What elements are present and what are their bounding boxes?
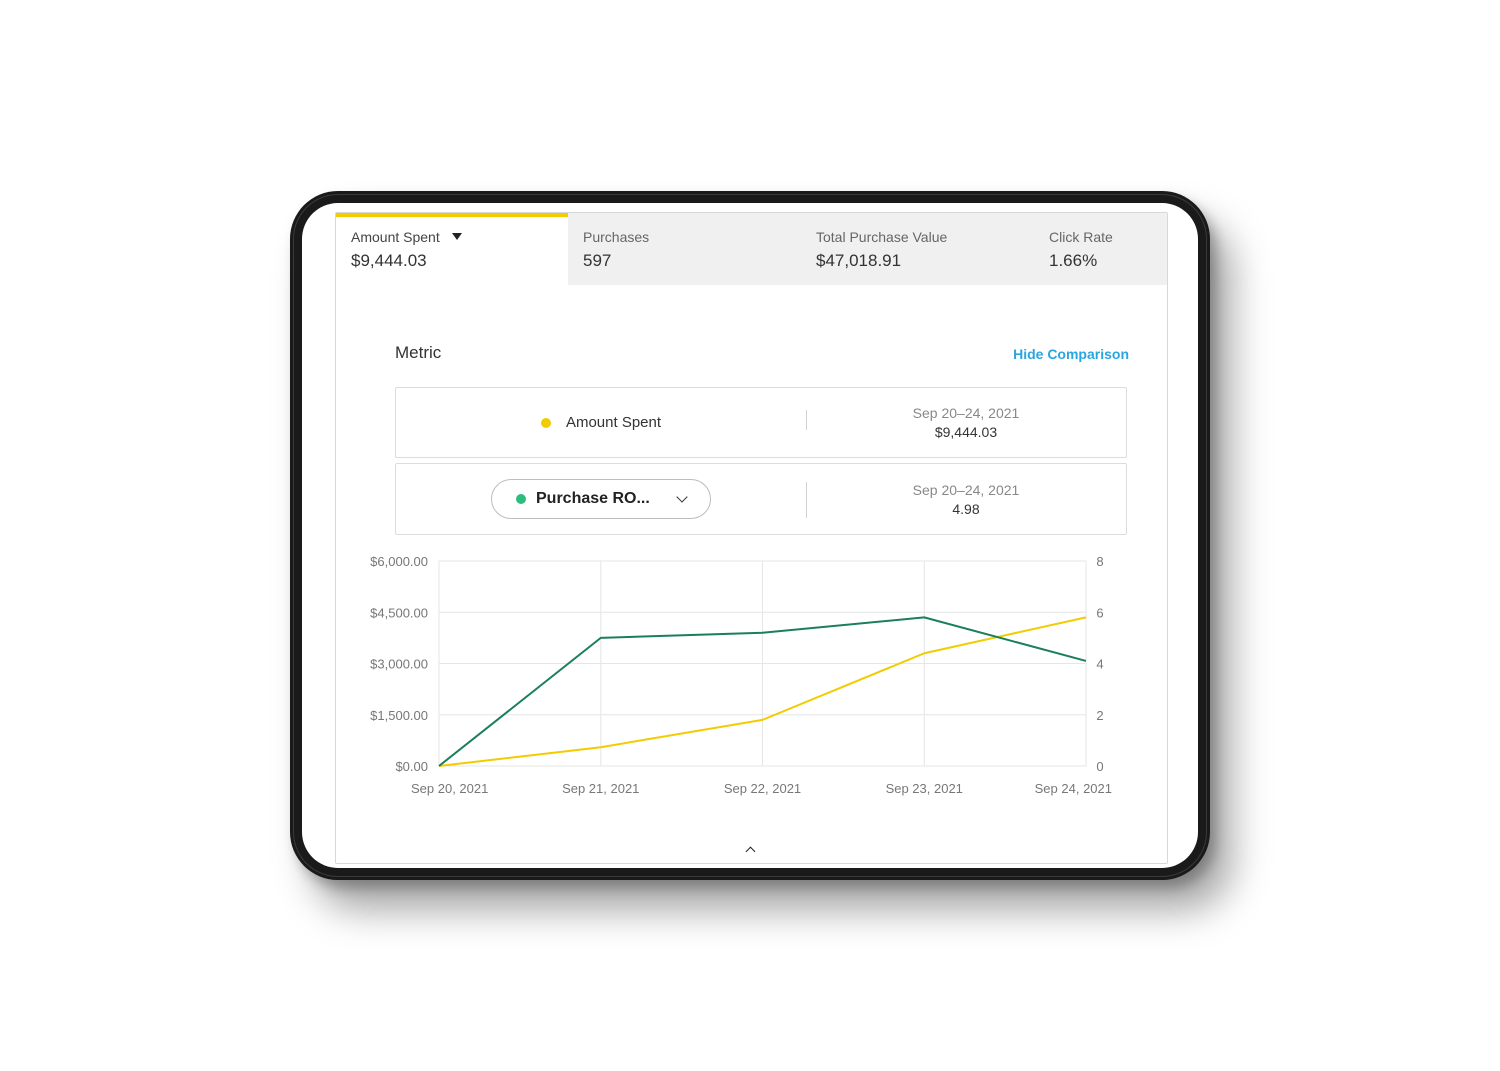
metric-value: $9,444.03 (934, 424, 998, 440)
tab-value: 597 (583, 251, 612, 270)
tablet-frame: Amount Spent $9,444.03 Purchases 597 Tot… (290, 191, 1210, 880)
tab-purchases[interactable]: Purchases 597 (568, 213, 801, 285)
green-dot-icon (516, 494, 526, 504)
metric-title: Metric (395, 343, 442, 362)
dropdown-label: Purchase RO... (536, 490, 650, 507)
y-right-tick-label: 6 (1096, 605, 1103, 620)
date-range: Sep 20–24, 2021 (912, 481, 1020, 498)
chevron-down-icon (676, 491, 688, 503)
y-left-tick-label: $1,500.00 (370, 708, 428, 723)
x-tick-label: Sep 22, 2021 (724, 781, 801, 796)
y-left-tick-label: $4,500.00 (370, 605, 428, 620)
tab-label: Amount Spent (351, 229, 553, 245)
x-tick-label: Sep 24, 2021 (1035, 781, 1112, 796)
x-tick-label: Sep 20, 2021 (411, 781, 488, 796)
hide-comparison-link[interactable]: Hide Comparison (1013, 346, 1129, 362)
y-right-tick-label: 4 (1096, 657, 1103, 672)
line-chart: $0.00 $1,500.00 $3,000.00 $4,500.00 $6,000.0… (370, 554, 1112, 796)
tab-amount-spent[interactable]: Amount Spent $9,444.03 (336, 213, 568, 285)
date-range: Sep 20–24, 2021 (912, 405, 1020, 421)
y-right-tick-label: 0 (1096, 759, 1103, 774)
metric-row-purchase-roas: Purchase RO... Sep 20–24, 2021 4.98 (395, 463, 1127, 535)
y-left-tick-label: $6,000.00 (370, 554, 428, 569)
caret-down-icon[interactable] (451, 233, 462, 240)
metric-value: 4.98 (952, 500, 980, 517)
metric-label: Amount Spent (565, 414, 662, 431)
x-tick-label: Sep 21, 2021 (562, 781, 639, 796)
chevron-up-icon[interactable] (744, 845, 758, 857)
metric-summary: Sep 20–24, 2021 $9,444.03 (806, 388, 1126, 457)
metric-row-label-area: Purchase RO... (396, 464, 806, 534)
tab-label: Purchases (583, 229, 650, 245)
metrics-panel: Amount Spent $9,444.03 Purchases 597 Tot… (335, 212, 1168, 864)
tab-label: Click Rate (1049, 229, 1113, 245)
metric-tabs: Amount Spent $9,444.03 Purchases 597 Tot… (336, 213, 1167, 285)
tab-value: $47,018.91 (816, 251, 902, 270)
tab-label: Total Purchase Value (816, 229, 948, 245)
tab-click-rate[interactable]: Click Rate 1.66% (1034, 213, 1167, 285)
metric-summary: Sep 20–24, 2021 4.98 (806, 464, 1126, 534)
yellow-dot-icon (540, 417, 551, 428)
tab-value: $9,444.03 (351, 251, 427, 270)
metric-row-amount-spent: Amount Spent Sep 20–24, 2021 $9,444.03 (395, 387, 1127, 458)
tablet-screen: Amount Spent $9,444.03 Purchases 597 Tot… (302, 203, 1198, 868)
y-right-tick-label: 8 (1096, 554, 1103, 569)
tab-value: 1.66% (1049, 251, 1098, 270)
y-right-tick-label: 2 (1096, 708, 1103, 723)
y-left-tick-label: $3,000.00 (370, 657, 428, 672)
metric-row-label-area: Amount Spent (396, 388, 806, 457)
y-left-tick-label: $0.00 (395, 759, 428, 774)
x-tick-label: Sep 23, 2021 (886, 781, 963, 796)
tab-total-purchase-value[interactable]: Total Purchase Value $47,018.91 (801, 213, 1034, 285)
metric-select-dropdown[interactable]: Purchase RO... (491, 479, 711, 519)
